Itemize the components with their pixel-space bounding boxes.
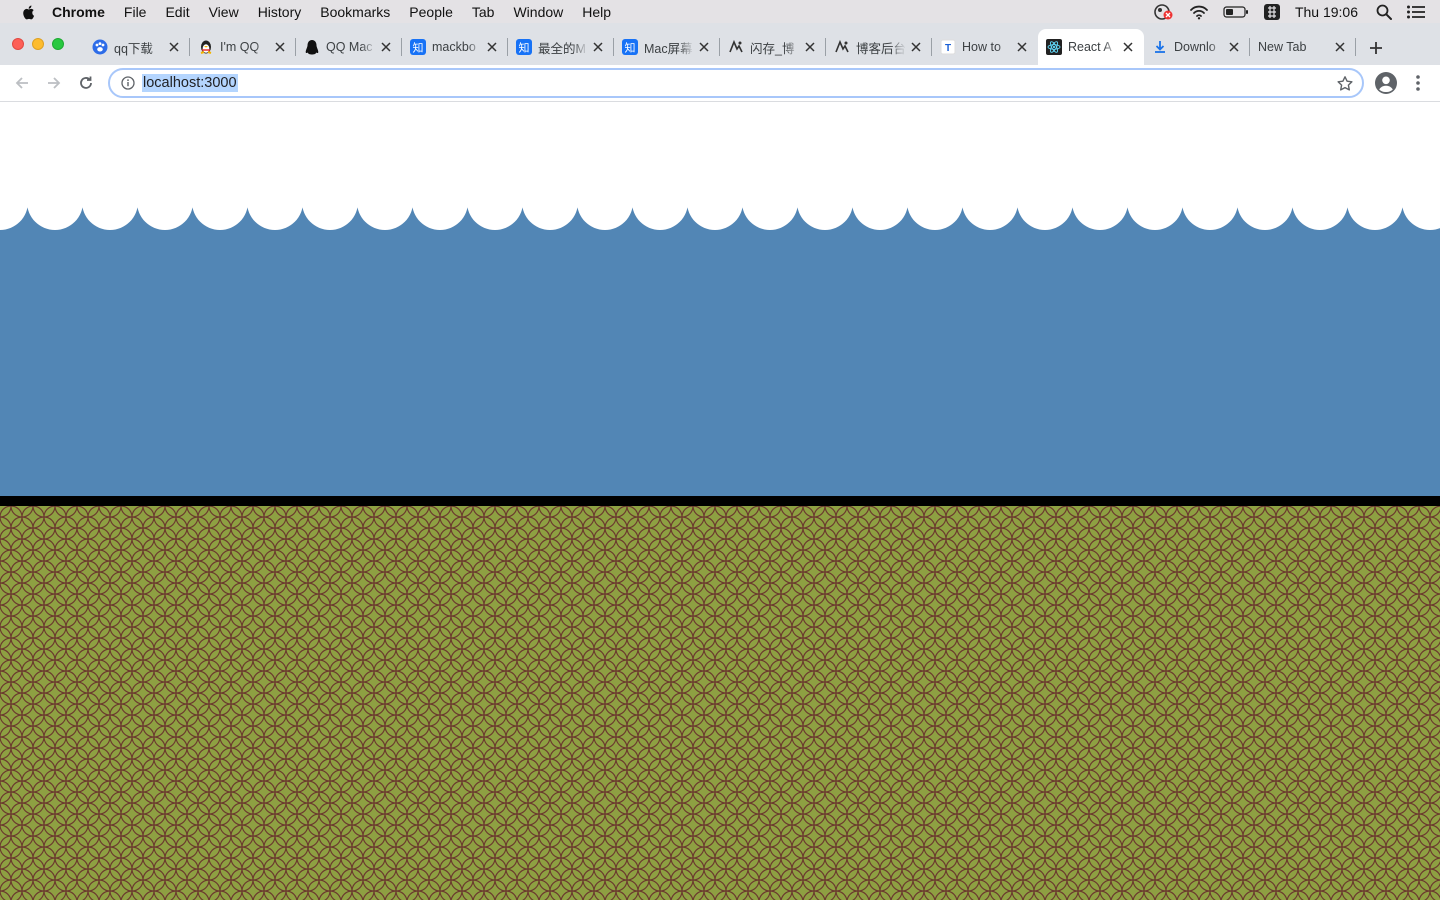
tab-macbook-zhihu[interactable]: 知 mackbo <box>402 29 508 65</box>
info-icon[interactable] <box>120 75 136 91</box>
reload-button[interactable] <box>74 71 98 95</box>
tab-new-tab[interactable]: New Tab <box>1250 29 1356 65</box>
tab-mac-screen-zhihu[interactable]: 知 Mac屏幕 <box>614 29 720 65</box>
browser-toolbar: localhost:3000 <box>0 65 1440 102</box>
cnblogs-icon <box>834 39 850 55</box>
download-icon <box>1152 39 1168 55</box>
menu-window[interactable]: Window <box>513 4 563 20</box>
tab-title: QQ Mac <box>326 40 373 54</box>
tab-title: I'm QQ <box>220 40 260 54</box>
tab-close-icon[interactable] <box>1332 39 1348 55</box>
tab-zhihu-complete-mac[interactable]: 知 最全的M <box>508 29 614 65</box>
tab-close-icon[interactable] <box>590 39 606 55</box>
tab-im-qq[interactable]: I'm QQ <box>190 29 296 65</box>
window-minimize-button[interactable] <box>32 38 44 50</box>
svg-text:知: 知 <box>625 40 636 54</box>
penguin-icon <box>198 39 214 55</box>
tab-close-icon[interactable] <box>378 39 394 55</box>
menu-app-name[interactable]: Chrome <box>52 4 105 20</box>
window-controls <box>12 38 72 50</box>
tab-title: Downlo <box>1174 40 1216 54</box>
apple-logo-icon[interactable] <box>20 3 38 21</box>
menu-people[interactable]: People <box>409 4 453 20</box>
arrow-right-icon <box>48 77 61 89</box>
menubar-clock[interactable]: Thu 19:06 <box>1295 4 1358 20</box>
tab-close-icon[interactable] <box>166 39 182 55</box>
browser-tab-strip: qq下载 I'm QQ QQ Mac 知 mackbo 知 最全的M 知 Mac… <box>0 23 1440 65</box>
tab-close-icon[interactable] <box>272 39 288 55</box>
tab-how-to[interactable]: T How to <box>932 29 1038 65</box>
menu-help[interactable]: Help <box>582 4 611 20</box>
window-close-button[interactable] <box>12 38 24 50</box>
tab-react-app-active[interactable]: React A <box>1038 29 1144 65</box>
tab-cnblogs-admin[interactable]: 博客后台 <box>826 29 932 65</box>
tab-close-icon[interactable] <box>484 39 500 55</box>
arrow-left-icon <box>15 77 28 89</box>
ground-scale-pattern <box>0 506 1440 900</box>
zhihu-icon: 知 <box>622 39 638 55</box>
svg-text:知: 知 <box>413 40 424 54</box>
tab-close-icon[interactable] <box>696 39 712 55</box>
plus-icon <box>1370 42 1382 54</box>
sea-area <box>0 230 1440 496</box>
back-button[interactable] <box>10 71 34 95</box>
tab-download[interactable]: Downlo <box>1144 29 1250 65</box>
notification-center-icon[interactable] <box>1406 4 1426 20</box>
input-method-icon[interactable] <box>1263 3 1281 21</box>
wifi-icon[interactable] <box>1189 4 1209 20</box>
more-options-icon[interactable] <box>1408 71 1428 95</box>
tab-list: qq下载 I'm QQ QQ Mac 知 mackbo 知 最全的M 知 Mac… <box>84 29 1356 65</box>
menu-edit[interactable]: Edit <box>165 4 189 20</box>
vpn-status-icon[interactable] <box>1153 3 1175 21</box>
tab-close-icon[interactable] <box>1226 39 1242 55</box>
macos-menu-bar: Chrome File Edit View History Bookmarks … <box>0 0 1440 23</box>
spotlight-search-icon[interactable] <box>1376 4 1392 20</box>
shore-line <box>0 496 1440 506</box>
tab-cnblogs-flash[interactable]: 闪存_博 <box>720 29 826 65</box>
bookmark-star-icon[interactable] <box>1336 75 1354 93</box>
address-bar[interactable]: localhost:3000 <box>108 68 1364 98</box>
react-icon <box>1046 39 1062 55</box>
tab-title: mackbo <box>432 40 476 54</box>
tab-qq-mac[interactable]: QQ Mac <box>296 29 402 65</box>
paw-icon <box>92 39 108 55</box>
page-viewport <box>0 102 1440 900</box>
menu-tab[interactable]: Tab <box>472 4 495 20</box>
cnblogs-icon <box>728 39 744 55</box>
zhihu-icon: 知 <box>410 39 426 55</box>
zhihu-icon: 知 <box>516 39 532 55</box>
sky-area <box>0 102 1440 210</box>
tab-title: qq下载 <box>114 41 153 56</box>
forward-button[interactable] <box>42 71 66 95</box>
reload-icon <box>80 76 92 89</box>
menubar-status-area: Thu 19:06 <box>1139 0 1426 23</box>
tab-title: React A <box>1068 40 1112 54</box>
window-maximize-button[interactable] <box>52 38 64 50</box>
tab-qq-download[interactable]: qq下载 <box>84 29 190 65</box>
tab-close-icon[interactable] <box>908 39 924 55</box>
battery-icon[interactable] <box>1223 5 1249 19</box>
svg-text:知: 知 <box>519 40 530 54</box>
t-icon: T <box>940 39 956 55</box>
tab-title: 闪存_博 <box>750 41 795 56</box>
menu-history[interactable]: History <box>258 4 302 20</box>
address-url[interactable]: localhost:3000 <box>142 74 238 92</box>
tab-title: New Tab <box>1258 40 1307 54</box>
tab-title: Mac屏幕 <box>644 41 693 56</box>
menu-view[interactable]: View <box>209 4 239 20</box>
tab-title: How to <box>962 40 1001 54</box>
penguin-black-icon <box>304 39 320 55</box>
tab-close-icon[interactable] <box>802 39 818 55</box>
wave-scallop-border <box>0 202 1440 232</box>
tab-close-icon[interactable] <box>1014 39 1030 55</box>
tab-title: 最全的M <box>538 41 586 56</box>
tab-title: 博客后台 <box>856 41 906 56</box>
menu-file[interactable]: File <box>124 4 147 20</box>
svg-text:T: T <box>945 43 951 54</box>
menu-bookmarks[interactable]: Bookmarks <box>320 4 390 20</box>
profile-avatar-icon[interactable] <box>1374 71 1398 95</box>
tab-close-icon[interactable] <box>1120 39 1136 55</box>
new-tab-button[interactable] <box>1364 36 1388 60</box>
